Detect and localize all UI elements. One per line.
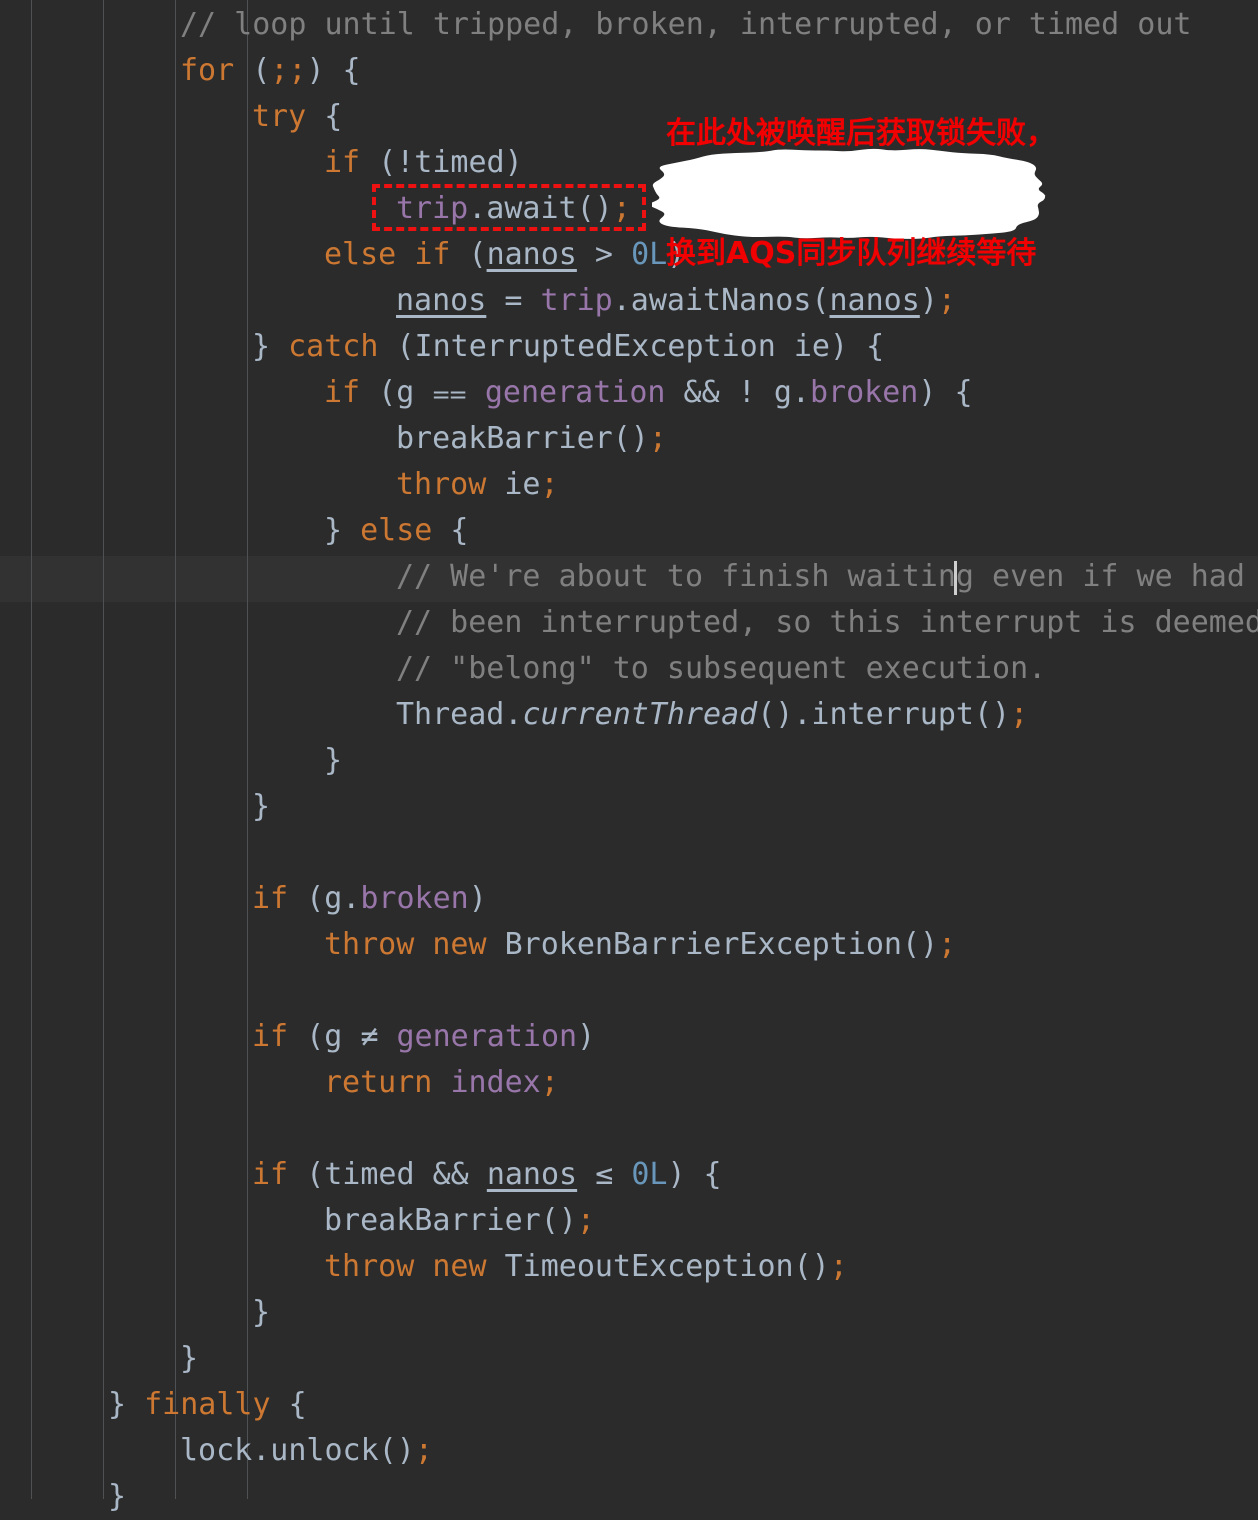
code-line[interactable]: if (timed && nanos ≤ 0L) {: [252, 1152, 722, 1198]
code-line[interactable]: throw ie;: [396, 462, 559, 508]
code-line[interactable]: if (!timed): [324, 140, 523, 186]
code-line[interactable]: try {: [252, 94, 342, 140]
code-line[interactable]: } finally {: [108, 1382, 307, 1428]
code-line[interactable]: breakBarrier();: [396, 416, 667, 462]
code-line[interactable]: }: [252, 1290, 270, 1336]
code-line[interactable]: for (;;) {: [180, 48, 361, 94]
code-line[interactable]: // We're about to finish waiting even if…: [396, 554, 1258, 600]
code-line[interactable]: }: [180, 1336, 198, 1382]
code-line[interactable]: if (g.broken): [252, 876, 487, 922]
text-caret: [954, 561, 957, 595]
code-line[interactable]: }: [108, 1474, 126, 1520]
code-line[interactable]: else if (nanos > 0L): [324, 232, 685, 278]
code-line[interactable]: } else {: [324, 508, 469, 554]
code-line[interactable]: breakBarrier();: [324, 1198, 595, 1244]
code-line[interactable]: Thread.currentThread().interrupt();: [396, 692, 1028, 738]
code-line[interactable]: throw new TimeoutException();: [324, 1244, 848, 1290]
code-line[interactable]: }: [324, 738, 342, 784]
code-line[interactable]: if (g ⩵ generation && ! g.broken) {: [324, 370, 973, 416]
code-line[interactable]: throw new BrokenBarrierException();: [324, 922, 956, 968]
code-line[interactable]: lock.unlock();: [180, 1428, 433, 1474]
code-line[interactable]: }: [252, 784, 270, 830]
callout-text: 在此处被唤醒后获取锁失败， 换到AQS同步队列继续等待: [652, 34, 1056, 354]
callout-line-1: 在此处被唤醒后获取锁失败，: [666, 116, 1056, 151]
annotation-callout: 在此处被唤醒后获取锁失败， 换到AQS同步队列继续等待: [652, 116, 1056, 271]
code-line[interactable]: trip.await();: [396, 186, 631, 232]
code-line[interactable]: // "belong" to subsequent execution.: [396, 646, 1046, 692]
code-line[interactable]: return index;: [324, 1060, 559, 1106]
code-text-layer[interactable]: // loop until tripped, broken, interrupt…: [0, 0, 1258, 1514]
code-editor[interactable]: // loop until tripped, broken, interrupt…: [0, 0, 1258, 1514]
code-line[interactable]: // been interrupted, so this interrupt i…: [396, 600, 1258, 646]
code-line[interactable]: if (g ≠ generation): [252, 1014, 595, 1060]
callout-line-2: 换到AQS同步队列继续等待: [666, 236, 1037, 271]
